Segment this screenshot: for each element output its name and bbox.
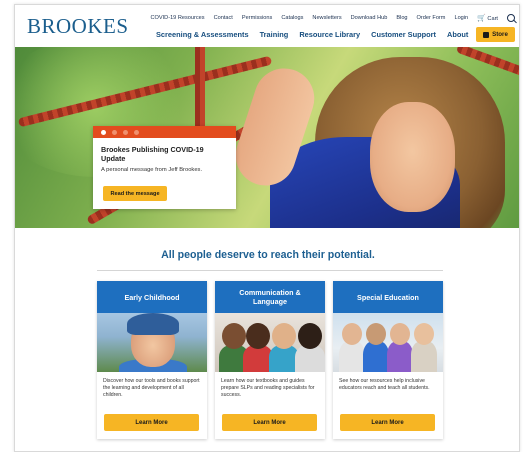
utility-link-login[interactable]: Login [454,15,468,21]
utility-link-catalogs[interactable]: Catalogs [281,15,303,21]
promo-title: Brookes Publishing COVID-19 Update [101,145,204,163]
card-photo-person [339,341,365,372]
carousel-dot[interactable] [112,129,117,135]
promo-card: Brookes Publishing COVID-19 Update A per… [93,126,236,209]
card-photo-hat [127,313,179,335]
nav-customer-support[interactable]: Customer Support [371,30,436,39]
cart-icon: 🛒 [477,15,486,22]
card-description: Learn how our textbooks and guides prepa… [221,378,315,399]
nav-screening-assessments[interactable]: Screening & Assessments [156,30,249,39]
card-communication-language: Communication & Language Learn how our t… [215,281,325,439]
card-photo-person [387,341,413,372]
hero-banner: Brookes Publishing COVID-19 Update A per… [15,47,519,228]
card-description: Discover how our tools and books support… [103,378,200,399]
card-photo-person [295,345,325,372]
cart-label: Cart [487,16,498,22]
learn-more-button[interactable]: Learn More [340,414,435,431]
utility-link-covid[interactable]: COVID-19 Resources [150,15,204,21]
store-label: Store [492,31,508,38]
card-photo-person [298,323,322,349]
learn-more-button[interactable]: Learn More [222,414,317,431]
utility-link-newsletters[interactable]: Newsletters [312,15,341,21]
card-photo-person [366,323,386,345]
main-nav: Screening & Assessments Training Resourc… [156,30,468,39]
card-photo-students [333,313,443,372]
utility-link-order-form[interactable]: Order Form [417,15,446,21]
card-header[interactable]: Communication & Language [215,281,325,313]
carousel-dot[interactable] [101,129,106,135]
carousel-dot[interactable] [134,129,139,135]
card-photo-person [342,323,362,345]
divider [97,270,443,271]
card-photo-person [272,323,296,349]
tagline: All people deserve to reach their potent… [161,249,375,261]
card-header[interactable]: Special Education [333,281,443,313]
card-photo-person [390,323,410,345]
utility-link-permissions[interactable]: Permissions [242,15,272,21]
promo-subtitle: A personal message from Jeff Brookes. [101,167,203,173]
cart-link[interactable]: 🛒 Cart [477,14,498,22]
search-icon[interactable] [507,14,515,22]
card-photo-person [363,341,389,372]
browser-page: BROOKES COVID-19 Resources Contact Permi… [14,4,520,452]
hero-child-face [370,102,455,212]
nav-resource-library[interactable]: Resource Library [299,30,360,39]
carousel-indicators [93,126,236,138]
card-title: Communication & Language [239,288,301,306]
card-special-education: Special Education See how our resources … [333,281,443,439]
nav-training[interactable]: Training [260,30,289,39]
store-button[interactable]: Store [476,27,515,42]
learn-more-button[interactable]: Learn More [104,414,199,431]
card-photo-group [215,313,325,372]
card-early-childhood: Early Childhood Discover how our tools a… [97,281,207,439]
nav-about[interactable]: About [447,30,468,39]
card-photo-person [414,323,434,345]
utility-link-blog[interactable]: Blog [396,15,407,21]
card-description: See how our resources help inclusive edu… [339,378,430,392]
utility-link-download-hub[interactable]: Download Hub [351,15,388,21]
card-photo-child [97,313,207,372]
card-photo-person [246,323,270,349]
utility-nav: COVID-19 Resources Contact Permissions C… [150,14,515,22]
site-header: BROOKES COVID-19 Resources Contact Permi… [15,5,519,47]
read-message-button[interactable]: Read the message [103,186,167,201]
carousel-dot[interactable] [123,129,128,135]
card-title: Special Education [357,292,419,302]
card-photo-person [411,341,437,372]
brookes-logo[interactable]: BROOKES [27,14,129,39]
card-photo-person [222,323,246,349]
shopping-bag-icon [483,31,490,38]
utility-link-contact[interactable]: Contact [214,15,233,21]
card-title: Early Childhood [124,292,180,302]
card-header[interactable]: Early Childhood [97,281,207,313]
